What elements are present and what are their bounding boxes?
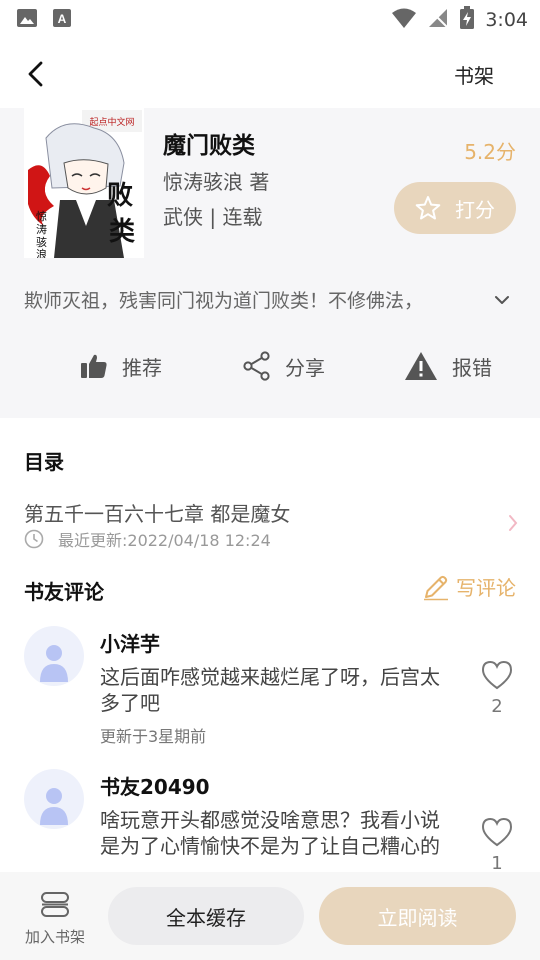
svg-text:A: A bbox=[58, 12, 67, 26]
recommend-button[interactable]: 推荐 bbox=[80, 344, 162, 388]
add-to-shelf-button[interactable]: 加入书架 bbox=[22, 890, 88, 947]
bookshelf-link[interactable]: 书架 bbox=[454, 60, 494, 89]
chevron-left-icon bbox=[28, 61, 43, 87]
thumbs-up-icon bbox=[81, 354, 107, 378]
share-button[interactable]: 分享 bbox=[243, 344, 325, 388]
clock-icon bbox=[24, 529, 44, 549]
latest-chapter-link[interactable]: 第五千一百六十七章 都是魔女 bbox=[24, 498, 290, 527]
avatar[interactable] bbox=[24, 769, 84, 829]
like-count: 2 bbox=[491, 696, 503, 717]
update-time-row: 最近更新:2022/04/18 12:24 bbox=[24, 527, 271, 551]
like-button[interactable]: 1 bbox=[480, 817, 514, 874]
share-icon bbox=[243, 351, 270, 381]
review-text: 这后面咋感觉越来越烂尾了呀，后宫太多了吧 bbox=[100, 665, 440, 715]
read-now-button[interactable]: 立即阅读 bbox=[319, 887, 516, 945]
reviewer-name: 书友20490 bbox=[100, 775, 210, 799]
book-actions: 推荐 分享 报错 bbox=[0, 344, 540, 388]
cover-title-part2: 类 bbox=[109, 217, 135, 247]
recommend-label: 推荐 bbox=[122, 355, 162, 380]
top-nav-bar: 书架 bbox=[0, 36, 540, 108]
update-time: 最近更新:2022/04/18 12:24 bbox=[58, 531, 271, 550]
cover-title-part1: 败 bbox=[107, 181, 133, 211]
status-bar: A 3:04 bbox=[0, 0, 540, 36]
book-synopsis[interactable]: 欺师灭祖，残害同门视为道门败类！不修佛法， bbox=[24, 286, 464, 313]
clock: 3:04 bbox=[485, 9, 528, 31]
catalog-title: 目录 bbox=[24, 450, 64, 474]
chevron-down-icon bbox=[495, 296, 509, 304]
report-error-label: 报错 bbox=[452, 355, 492, 380]
cover-publisher: 起点中文网 bbox=[89, 116, 134, 128]
write-review-label: 写评论 bbox=[456, 576, 516, 600]
book-cover-image[interactable]: 起点中文网 败 类 惊 涛 骇 浪 bbox=[24, 108, 144, 258]
rate-button[interactable]: 打分 bbox=[394, 182, 516, 234]
chapter-arrow-button[interactable] bbox=[508, 514, 518, 536]
expand-synopsis-button[interactable] bbox=[490, 288, 514, 312]
svg-text:骇: 骇 bbox=[36, 235, 47, 249]
book-title: 魔门败类 bbox=[163, 133, 255, 159]
rate-button-label: 打分 bbox=[455, 197, 495, 222]
reviews-title: 书友评论 bbox=[24, 580, 104, 604]
heart-icon bbox=[481, 817, 513, 847]
font-notification-icon: A bbox=[52, 8, 72, 32]
book-score: 5.2分 bbox=[464, 140, 516, 164]
wifi-icon bbox=[391, 7, 417, 33]
write-review-button[interactable]: 写评论 bbox=[422, 572, 516, 601]
image-notification-icon bbox=[16, 8, 38, 32]
review-text: 啥玩意开头都感觉没啥意思？我看小说是为了心情愉快不是为了让自己糟心的 bbox=[100, 808, 440, 858]
no-signal-icon bbox=[427, 7, 449, 33]
like-count: 1 bbox=[491, 853, 503, 874]
reviewer-name: 小洋芋 bbox=[100, 632, 160, 656]
bottom-action-bar: 加入书架 全本缓存 立即阅读 bbox=[0, 872, 540, 960]
user-icon bbox=[40, 788, 68, 825]
back-button[interactable] bbox=[20, 58, 52, 90]
cache-all-button[interactable]: 全本缓存 bbox=[108, 887, 304, 945]
review-time: 更新于3星期前 bbox=[100, 727, 207, 746]
warning-icon bbox=[405, 352, 437, 380]
bookshelf-icon bbox=[41, 892, 69, 917]
svg-text:浪: 浪 bbox=[36, 247, 47, 258]
chevron-right-icon bbox=[509, 515, 518, 531]
book-info-panel: 起点中文网 败 类 惊 涛 骇 浪 魔门败类 惊涛骇浪 著 武侠 | 连载 5.… bbox=[0, 108, 540, 418]
book-tags: 武侠 | 连载 bbox=[163, 205, 263, 229]
battery-charging-icon bbox=[459, 6, 475, 34]
book-author: 惊涛骇浪 著 bbox=[163, 170, 270, 194]
svg-text:涛: 涛 bbox=[36, 222, 47, 236]
svg-text:惊: 惊 bbox=[36, 209, 47, 223]
avatar[interactable] bbox=[24, 626, 84, 686]
star-icon bbox=[415, 196, 441, 220]
like-button[interactable]: 2 bbox=[480, 660, 514, 717]
report-error-button[interactable]: 报错 bbox=[404, 344, 492, 388]
add-to-shelf-label: 加入书架 bbox=[24, 928, 85, 946]
pencil-icon bbox=[424, 575, 448, 600]
user-icon bbox=[40, 645, 68, 682]
share-label: 分享 bbox=[285, 355, 325, 380]
heart-icon bbox=[481, 660, 513, 690]
